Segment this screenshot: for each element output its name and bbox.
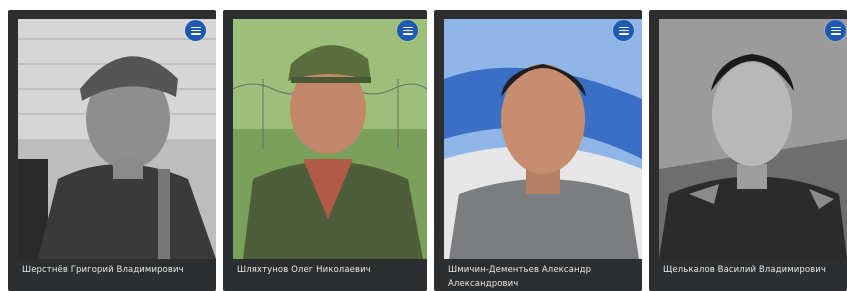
- memorial-card[interactable]: Шерстнёв Григорий Владимирович: [8, 10, 216, 291]
- menu-button[interactable]: [397, 20, 418, 41]
- portrait-photo: [444, 19, 642, 259]
- menu-icon: [618, 26, 629, 35]
- portrait-photo: [659, 19, 847, 259]
- person-name: Шмичин-Дементьев Александр Александрович: [448, 265, 592, 289]
- memorial-card-grid: Шерстнёв Григорий Владимирович Шляхтунов…: [0, 0, 847, 291]
- menu-icon: [190, 26, 201, 35]
- menu-icon: [830, 26, 841, 35]
- memorial-card[interactable]: Шмичин-Дементьев Александр Александрович: [434, 10, 642, 291]
- person-name: Щелькалов Василий Владимирович: [663, 265, 827, 275]
- person-name: Шляхтунов Олег Николаевич: [237, 265, 371, 275]
- memorial-card[interactable]: Шляхтунов Олег Николаевич: [223, 10, 427, 291]
- menu-button[interactable]: [613, 20, 634, 41]
- portrait-photo: [18, 19, 216, 259]
- menu-button[interactable]: [185, 20, 206, 41]
- portrait-photo: [233, 19, 427, 259]
- menu-button[interactable]: [825, 20, 846, 41]
- menu-icon: [402, 26, 413, 35]
- memorial-card[interactable]: Щелькалов Василий Владимирович: [649, 10, 847, 291]
- person-name: Шерстнёв Григорий Владимирович: [22, 265, 184, 275]
